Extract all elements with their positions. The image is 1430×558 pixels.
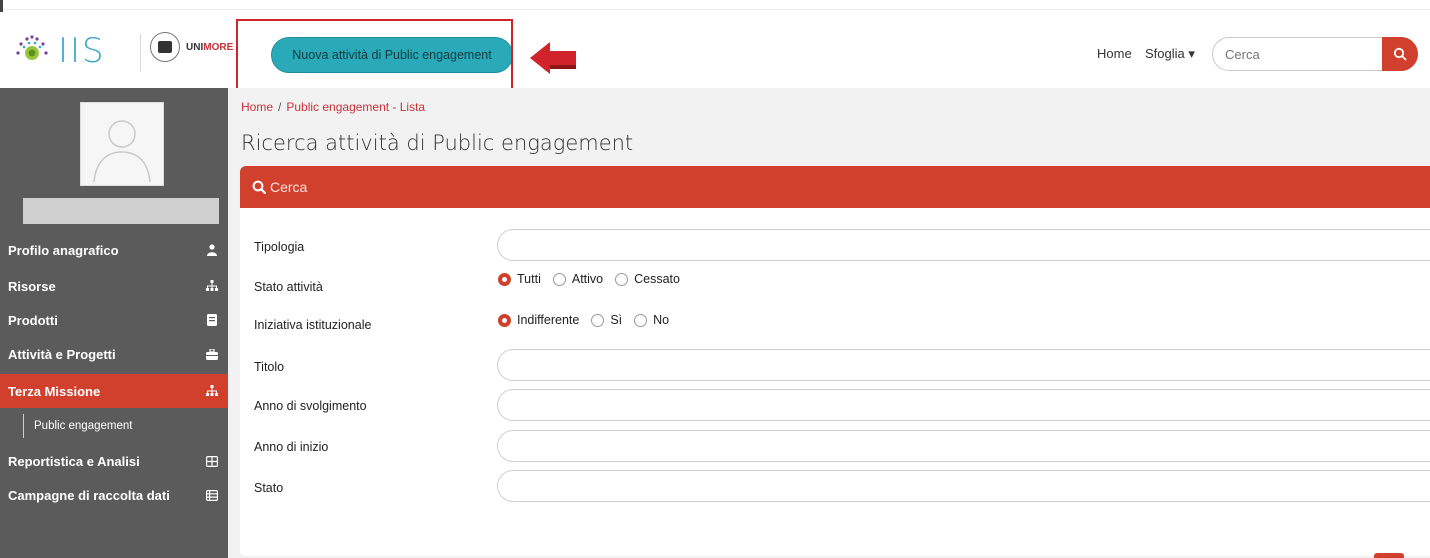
briefcase-icon bbox=[206, 348, 218, 360]
anno-svolgimento-label: Anno di svolgimento bbox=[254, 399, 367, 413]
header: IIS UNIMORE Nuova attività di Public eng… bbox=[0, 18, 1430, 88]
breadcrumb-separator: / bbox=[278, 100, 282, 114]
university-name: UNIMORE bbox=[186, 42, 233, 53]
sidebar-item-campagne[interactable]: Campagne di raccolta dati bbox=[0, 478, 228, 512]
iris-logo[interactable]: IIS bbox=[14, 29, 140, 73]
radio-option-no[interactable]: No bbox=[634, 313, 669, 327]
sidebar-subitem-public-engagement[interactable]: Public engagement bbox=[23, 414, 228, 438]
book-icon bbox=[206, 314, 218, 326]
radio-option-tutti[interactable]: Tutti bbox=[498, 272, 541, 286]
sidebar-item-label: Prodotti bbox=[8, 312, 58, 328]
sidebar-item-label: Risorse bbox=[8, 278, 56, 294]
nav-home-link[interactable]: Home bbox=[1097, 46, 1132, 61]
radio-option-cessato[interactable]: Cessato bbox=[615, 272, 680, 286]
sidebar: Profilo anagrafico Risorse Prodotti Atti… bbox=[0, 88, 228, 558]
breadcrumb-current[interactable]: Public engagement - Lista bbox=[286, 100, 425, 114]
radio-option-indifferente[interactable]: Indifferente bbox=[498, 313, 579, 327]
search-box bbox=[1212, 37, 1418, 71]
search-button[interactable] bbox=[1382, 37, 1418, 71]
radio-option-si[interactable]: Sì bbox=[591, 313, 622, 327]
top-strip bbox=[0, 0, 1430, 10]
radio-label: No bbox=[653, 313, 670, 327]
radio-selected-icon bbox=[498, 272, 511, 286]
university-name-block: UNIMORE bbox=[180, 42, 233, 53]
university-name-part2: MORE bbox=[203, 41, 234, 53]
new-public-engagement-button[interactable]: Nuova attività di Public engagement bbox=[271, 37, 513, 73]
radio-unselected-icon bbox=[552, 272, 566, 286]
radio-label: Sì bbox=[610, 313, 623, 327]
university-logo[interactable]: UNIMORE bbox=[150, 32, 233, 62]
search-panel-title: Cerca bbox=[270, 179, 308, 195]
radio-option-attivo[interactable]: Attivo bbox=[552, 272, 604, 286]
stato-attivita-radio-group: Tutti Attivo Cessato bbox=[498, 272, 692, 286]
sidebar-item-label: Profilo anagrafico bbox=[8, 242, 119, 258]
search-icon bbox=[1393, 47, 1407, 61]
anno-svolgimento-field[interactable] bbox=[497, 389, 1430, 421]
breadcrumb-home-link[interactable]: Home bbox=[241, 100, 273, 114]
titolo-field[interactable] bbox=[497, 349, 1430, 381]
sitemap-icon bbox=[206, 385, 218, 397]
university-seal-icon bbox=[150, 32, 180, 62]
iris-flower-icon bbox=[16, 35, 48, 60]
radio-unselected-icon bbox=[615, 272, 629, 286]
window-edge bbox=[0, 0, 3, 12]
stato-attivita-label: Stato attività bbox=[254, 280, 323, 294]
anno-inizio-field[interactable] bbox=[497, 430, 1430, 462]
university-name-part1: UNI bbox=[186, 41, 204, 53]
user-name-bar bbox=[23, 198, 219, 224]
sidebar-item-terza-missione[interactable]: Terza Missione bbox=[0, 374, 228, 408]
sidebar-item-profilo[interactable]: Profilo anagrafico bbox=[0, 233, 228, 267]
radio-label: Tutti bbox=[517, 272, 541, 286]
sidebar-item-prodotti[interactable]: Prodotti bbox=[0, 303, 228, 337]
search-panel-header[interactable]: Cerca bbox=[240, 166, 1430, 208]
tipologia-field[interactable] bbox=[497, 229, 1430, 261]
radio-unselected-icon bbox=[591, 313, 605, 327]
sidebar-item-label: Attività e Progetti bbox=[8, 346, 116, 362]
sitemap-icon bbox=[206, 280, 218, 292]
iniziativa-radio-group: Indifferente Sì No bbox=[498, 313, 681, 327]
page: IIS UNIMORE Nuova attività di Public eng… bbox=[0, 0, 1430, 558]
radio-unselected-icon bbox=[634, 313, 648, 327]
anno-inizio-label: Anno di inizio bbox=[254, 440, 329, 454]
user-placeholder-icon bbox=[82, 104, 162, 184]
radio-label: Attivo bbox=[571, 272, 604, 286]
partial-button-edge[interactable] bbox=[1374, 553, 1404, 558]
breadcrumb: Home / Public engagement - Lista bbox=[241, 100, 425, 114]
annotation-arrow-icon bbox=[530, 42, 576, 74]
stato-field[interactable] bbox=[497, 470, 1430, 502]
radio-label: Indifferente bbox=[517, 313, 580, 327]
tipologia-label: Tipologia bbox=[254, 240, 305, 254]
sidebar-item-label: Reportistica e Analisi bbox=[8, 453, 140, 469]
titolo-label: Titolo bbox=[254, 360, 285, 374]
iniziativa-label: Iniziativa istituzionale bbox=[254, 318, 372, 332]
sidebar-item-risorse[interactable]: Risorse bbox=[0, 269, 228, 303]
sidebar-item-attivita[interactable]: Attività e Progetti bbox=[0, 337, 228, 371]
sidebar-item-label: Terza Missione bbox=[8, 383, 101, 399]
search-input[interactable] bbox=[1225, 45, 1375, 63]
radio-selected-icon bbox=[498, 313, 511, 327]
sidebar-item-label: Campagne di raccolta dati bbox=[8, 487, 170, 503]
sidebar-item-reportistica[interactable]: Reportistica e Analisi bbox=[0, 444, 228, 478]
user-icon bbox=[206, 244, 218, 256]
nav-browse-dropdown[interactable]: Sfoglia ▾ bbox=[1145, 46, 1195, 62]
iris-logo-text: IIS bbox=[58, 31, 106, 71]
avatar bbox=[80, 102, 164, 186]
search-icon bbox=[252, 180, 266, 194]
page-title: Ricerca attività di Public engagement bbox=[241, 131, 634, 155]
logo-divider bbox=[140, 34, 141, 72]
stato-label: Stato bbox=[254, 481, 284, 495]
radio-label: Cessato bbox=[634, 272, 680, 286]
table-icon bbox=[206, 455, 218, 467]
list-icon bbox=[206, 489, 218, 501]
